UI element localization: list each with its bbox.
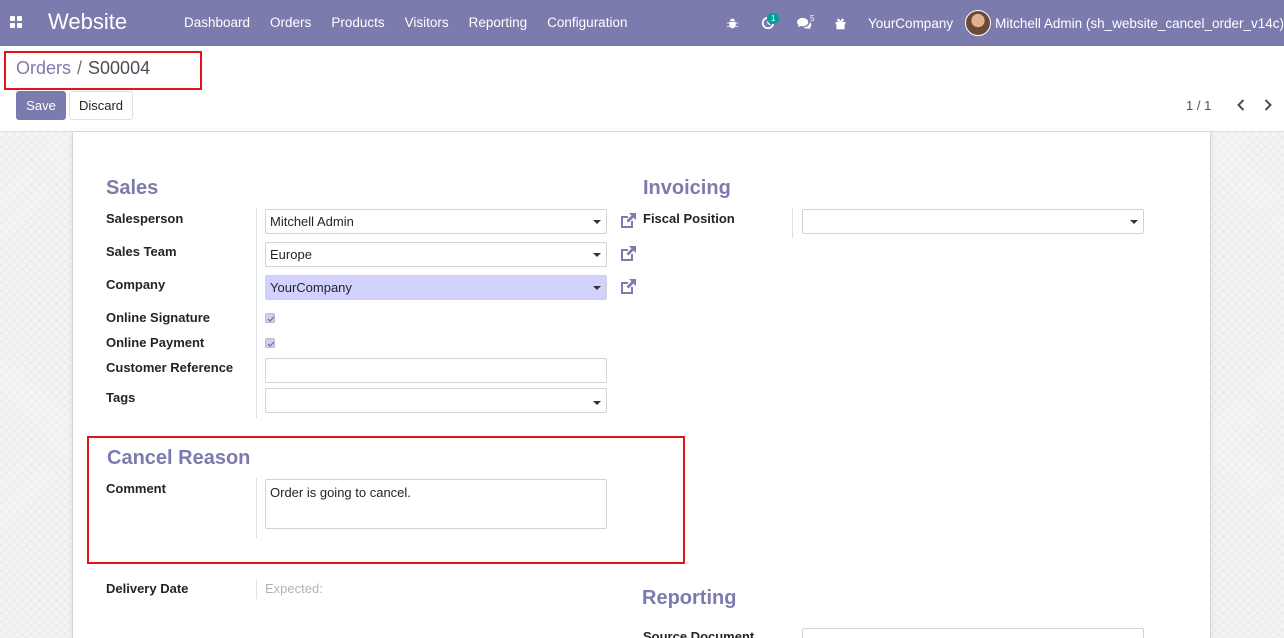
control-panel: Orders / S00004 Save Discard 1 / 1 [0,46,1284,132]
tags-label: Tags [106,390,136,405]
delivery-label-separator [256,579,257,599]
salesperson-label: Salesperson [106,211,184,226]
delivery-date-label: Delivery Date [106,581,189,596]
app-title[interactable]: Website [48,9,127,35]
menu-dashboard[interactable]: Dashboard [174,0,260,46]
pager-previous-icon[interactable] [1233,96,1249,114]
form-view-background: Sales Salesperson Sales Team Company Onl… [0,132,1284,638]
fiscal-position-select[interactable] [802,209,1144,234]
menu-configuration[interactable]: Configuration [537,0,637,46]
invoicing-label-separator [792,208,793,238]
salesperson-select[interactable]: Mitchell Admin [265,209,607,234]
comment-label: Comment [106,481,166,496]
chevron-down-icon [593,401,601,405]
source-document-input[interactable] [802,628,1144,638]
company-switcher[interactable]: YourCompany [858,16,965,31]
messages-chat-icon[interactable]: 5 [786,0,822,46]
chevron-down-icon [593,253,601,257]
discard-button[interactable]: Discard [69,91,133,120]
user-menu[interactable]: Mitchell Admin (sh_website_cancel_order_… [965,10,1284,36]
source-document-label: Source Document [643,629,755,638]
sales-group-title: Sales [106,177,159,199]
gift-icon[interactable] [822,0,858,46]
chevron-down-icon [593,286,601,290]
top-navbar: Website Dashboard Orders Products Visito… [0,0,1284,46]
online-signature-label: Online Signature [106,310,211,325]
invoicing-group-title: Invoicing [643,177,731,199]
pager-value[interactable]: 1 / 1 [1186,98,1211,113]
sales-team-select[interactable]: Europe [265,242,607,267]
breadcrumb: Orders / S00004 [16,58,150,79]
reporting-group-title: Reporting [642,587,737,609]
company-value: YourCompany [270,280,352,295]
systray: 1 5 YourCompany Mitchell Admin (sh_websi… [714,0,1284,46]
activity-clock-icon[interactable]: 1 [750,0,786,46]
online-payment-checkbox[interactable] [265,338,275,348]
company-select[interactable]: YourCompany [265,275,607,300]
menu-products[interactable]: Products [321,0,394,46]
sales-team-label: Sales Team [106,244,177,259]
customer-reference-label: Customer Reference [106,360,234,375]
form-sheet: Sales Salesperson Sales Team Company Onl… [72,132,1211,638]
save-button[interactable]: Save [16,91,66,120]
customer-reference-input[interactable] [265,358,607,383]
cancel-reason-group-title: Cancel Reason [107,447,251,469]
user-name: Mitchell Admin (sh_website_cancel_order_… [995,15,1284,31]
delivery-date-value: Expected: [265,581,323,596]
chevron-down-icon [593,220,601,224]
company-external-link-icon[interactable] [618,277,638,297]
messages-count-badge: 5 [810,14,815,23]
online-signature-checkbox[interactable] [265,313,275,323]
apps-menu-icon[interactable] [10,16,23,29]
pager-next-icon[interactable] [1260,96,1276,114]
comment-textarea[interactable]: Order is going to cancel. [265,479,607,529]
sales-team-value: Europe [270,247,312,262]
company-label: Company [106,277,166,292]
sales-team-external-link-icon[interactable] [618,244,638,264]
online-payment-label: Online Payment [106,335,205,350]
breadcrumb-current: S00004 [88,58,151,78]
salesperson-value: Mitchell Admin [270,214,354,229]
menu-orders[interactable]: Orders [260,0,321,46]
debug-bug-icon[interactable] [714,0,750,46]
chevron-down-icon [1130,220,1138,224]
menu-visitors[interactable]: Visitors [395,0,459,46]
avatar [965,10,992,36]
activity-count-badge: 1 [767,13,780,24]
fiscal-position-label: Fiscal Position [643,211,735,226]
breadcrumb-separator: / [77,58,83,78]
salesperson-external-link-icon[interactable] [618,211,638,231]
sales-label-separator [256,208,257,418]
tags-select[interactable] [265,388,607,413]
cancel-reason-label-separator [256,478,257,538]
main-menu: Dashboard Orders Products Visitors Repor… [174,0,637,46]
breadcrumb-orders-link[interactable]: Orders [16,58,71,78]
menu-reporting[interactable]: Reporting [459,0,538,46]
